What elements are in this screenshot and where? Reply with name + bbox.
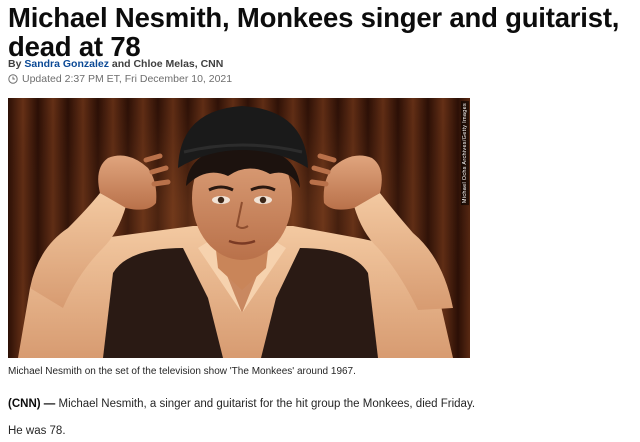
dateline: (CNN) — bbox=[8, 398, 56, 410]
article-headline: Michael Nesmith, Monkees singer and guit… bbox=[8, 2, 620, 62]
byline-rest: and Chloe Melas, CNN bbox=[111, 58, 224, 70]
body-paragraph-1: (CNN) — Michael Nesmith, a singer and gu… bbox=[8, 398, 475, 410]
clock-icon bbox=[8, 74, 18, 84]
byline-prefix: By bbox=[8, 58, 22, 70]
photo-caption: Michael Nesmith on the set of the televi… bbox=[8, 366, 356, 377]
article-page: Michael Nesmith, Monkees singer and guit… bbox=[0, 0, 640, 442]
photo-credit: Michael Ochs Archives/Getty Images bbox=[461, 101, 469, 206]
updated-timestamp: Updated 2:37 PM ET, Fri December 10, 202… bbox=[8, 73, 232, 85]
article-photo[interactable]: Michael Ochs Archives/Getty Images bbox=[8, 98, 470, 358]
byline: By Sandra Gonzalez and Chloe Melas, CNN bbox=[8, 58, 223, 70]
updated-text: Updated 2:37 PM ET, Fri December 10, 202… bbox=[22, 73, 233, 85]
body-paragraph-2: He was 78. bbox=[8, 425, 66, 437]
author-link-sandra-gonzalez[interactable]: Sandra Gonzalez bbox=[24, 58, 109, 70]
paragraph-1-text: Michael Nesmith, a singer and guitarist … bbox=[58, 398, 476, 410]
photo-illustration bbox=[8, 98, 470, 358]
